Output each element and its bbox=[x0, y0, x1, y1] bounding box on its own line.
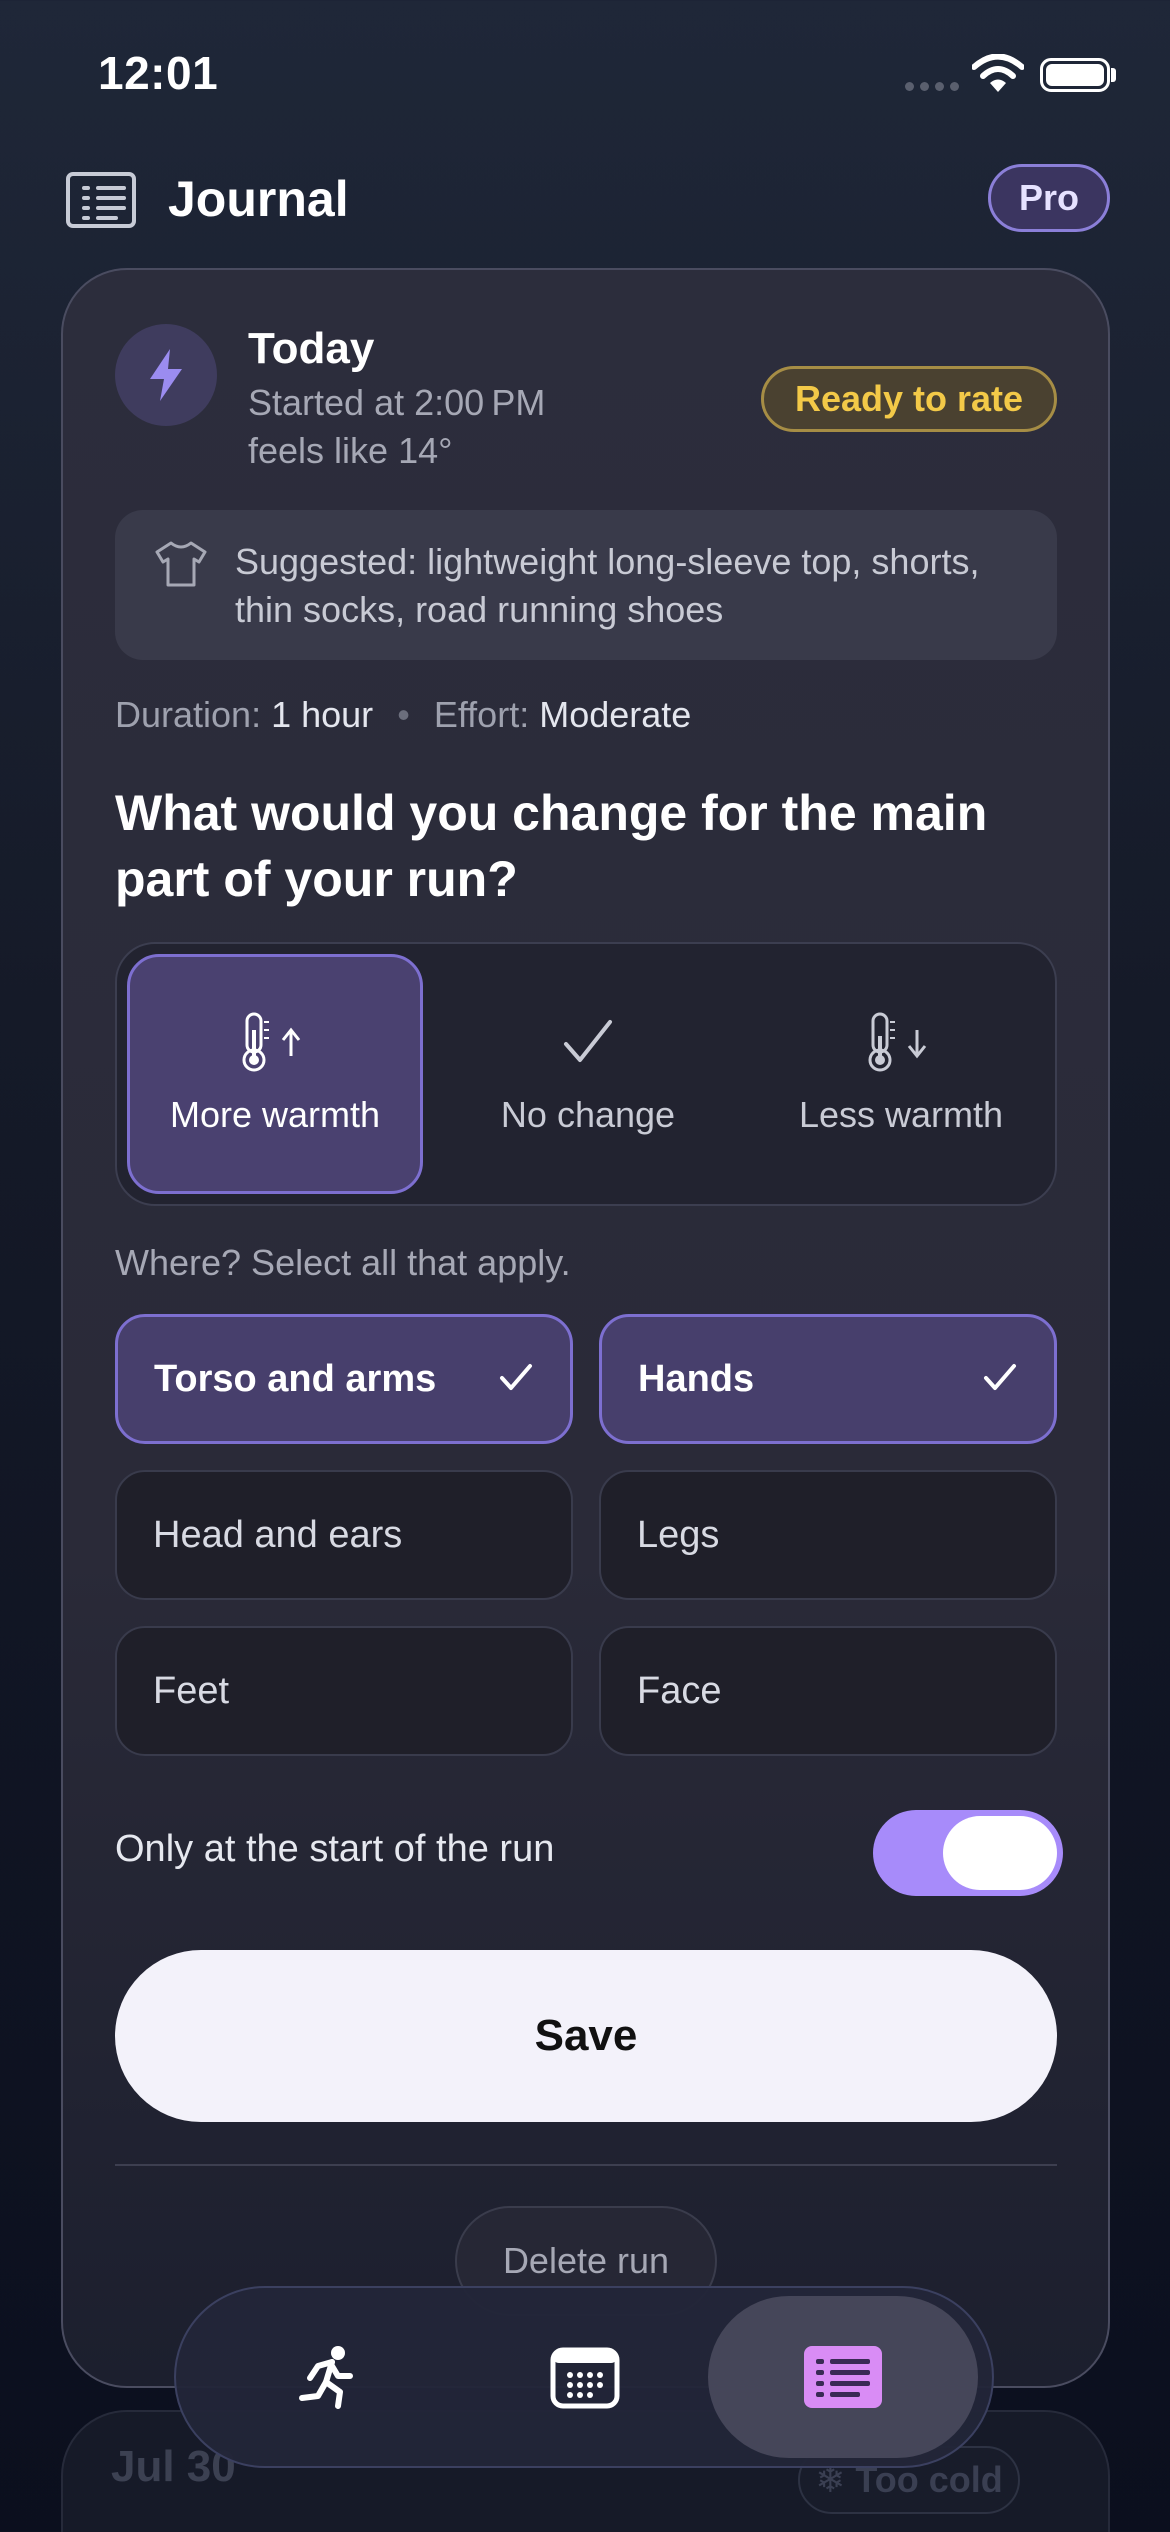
option-less-warmth[interactable]: Less warmth bbox=[753, 954, 1049, 1194]
area-chip-torso-and-arms[interactable]: Torso and arms bbox=[115, 1314, 573, 1444]
chip-label: Legs bbox=[637, 1513, 720, 1556]
status-badge: Ready to rate bbox=[761, 366, 1057, 432]
thermometer-down-icon bbox=[861, 1012, 941, 1072]
option-more-warmth[interactable]: More warmth bbox=[127, 954, 423, 1194]
option-label: Less warmth bbox=[798, 1094, 1004, 1135]
warmth-segmented-control: More warmth No change Less warmth bbox=[115, 942, 1057, 1206]
save-button[interactable]: Save bbox=[115, 1950, 1057, 2122]
app-header: Journal Pro bbox=[0, 160, 1170, 240]
journal-icon bbox=[66, 172, 136, 228]
shirt-icon bbox=[155, 541, 207, 587]
chip-label: Torso and arms bbox=[154, 1357, 437, 1400]
chip-label: Face bbox=[637, 1669, 722, 1712]
journal-icon bbox=[804, 2346, 882, 2408]
checkmark-icon bbox=[560, 1012, 616, 1072]
chip-label: Head and ears bbox=[153, 1513, 403, 1556]
runner-icon bbox=[299, 2346, 353, 2409]
feels-like: feels like 14° bbox=[248, 430, 453, 471]
tab-journal[interactable] bbox=[708, 2296, 978, 2458]
suggestion-box: Suggested: lightweight long-sleeve top, … bbox=[115, 510, 1057, 660]
duration-value: 1 hour bbox=[271, 694, 374, 735]
bolt-icon bbox=[115, 324, 217, 426]
area-chip-feet[interactable]: Feet bbox=[115, 1626, 573, 1756]
area-chip-hands[interactable]: Hands bbox=[599, 1314, 1057, 1444]
suggestion-text: Suggested: lightweight long-sleeve top, … bbox=[235, 541, 980, 630]
divider bbox=[115, 2164, 1057, 2166]
separator-dot: • bbox=[397, 694, 410, 735]
checkmark-icon bbox=[984, 1364, 1016, 1390]
tab-calendar[interactable] bbox=[450, 2296, 720, 2458]
checkmark-icon bbox=[500, 1364, 532, 1390]
option-label: No change bbox=[500, 1094, 676, 1135]
question-heading: What would you change for the main part … bbox=[115, 785, 988, 907]
run-meta: Duration: 1 hour • Effort: Moderate bbox=[115, 694, 691, 736]
run-title: Today bbox=[248, 324, 375, 373]
tab-run[interactable] bbox=[192, 2296, 462, 2458]
option-label: More warmth bbox=[169, 1094, 381, 1135]
where-label: Where? Select all that apply. bbox=[115, 1242, 571, 1283]
start-only-toggle-label: Only at the start of the run bbox=[115, 1828, 555, 1870]
duration-label: Duration: bbox=[115, 694, 262, 735]
area-chip-legs[interactable]: Legs bbox=[599, 1470, 1057, 1600]
status-bar: 12:01 bbox=[0, 0, 1170, 150]
status-time: 12:01 bbox=[98, 47, 219, 99]
battery-nub bbox=[1111, 68, 1116, 82]
option-no-change[interactable]: No change bbox=[440, 954, 736, 1194]
calendar-icon bbox=[550, 2347, 620, 2409]
battery-icon bbox=[1040, 58, 1110, 92]
start-only-toggle[interactable] bbox=[873, 1810, 1063, 1896]
wifi-icon bbox=[972, 54, 1024, 92]
tab-bar bbox=[174, 2286, 994, 2468]
chip-label: Hands bbox=[638, 1357, 755, 1400]
page-title: Journal bbox=[168, 171, 349, 227]
area-chip-face[interactable]: Face bbox=[599, 1626, 1057, 1756]
chip-label: Feet bbox=[153, 1669, 230, 1712]
thermometer-up-icon bbox=[235, 1012, 315, 1072]
area-chip-head-and-ears[interactable]: Head and ears bbox=[115, 1470, 573, 1600]
run-card: Today Started at 2:00 PM feels like 14° … bbox=[61, 268, 1110, 2388]
pro-badge[interactable]: Pro bbox=[988, 164, 1110, 232]
effort-label: Effort: bbox=[433, 694, 530, 735]
toggle-knob bbox=[943, 1816, 1057, 1890]
effort-value: Moderate bbox=[539, 694, 692, 735]
cellular-signal-icon bbox=[905, 82, 959, 91]
run-start-time: Started at 2:00 PM bbox=[248, 382, 546, 423]
